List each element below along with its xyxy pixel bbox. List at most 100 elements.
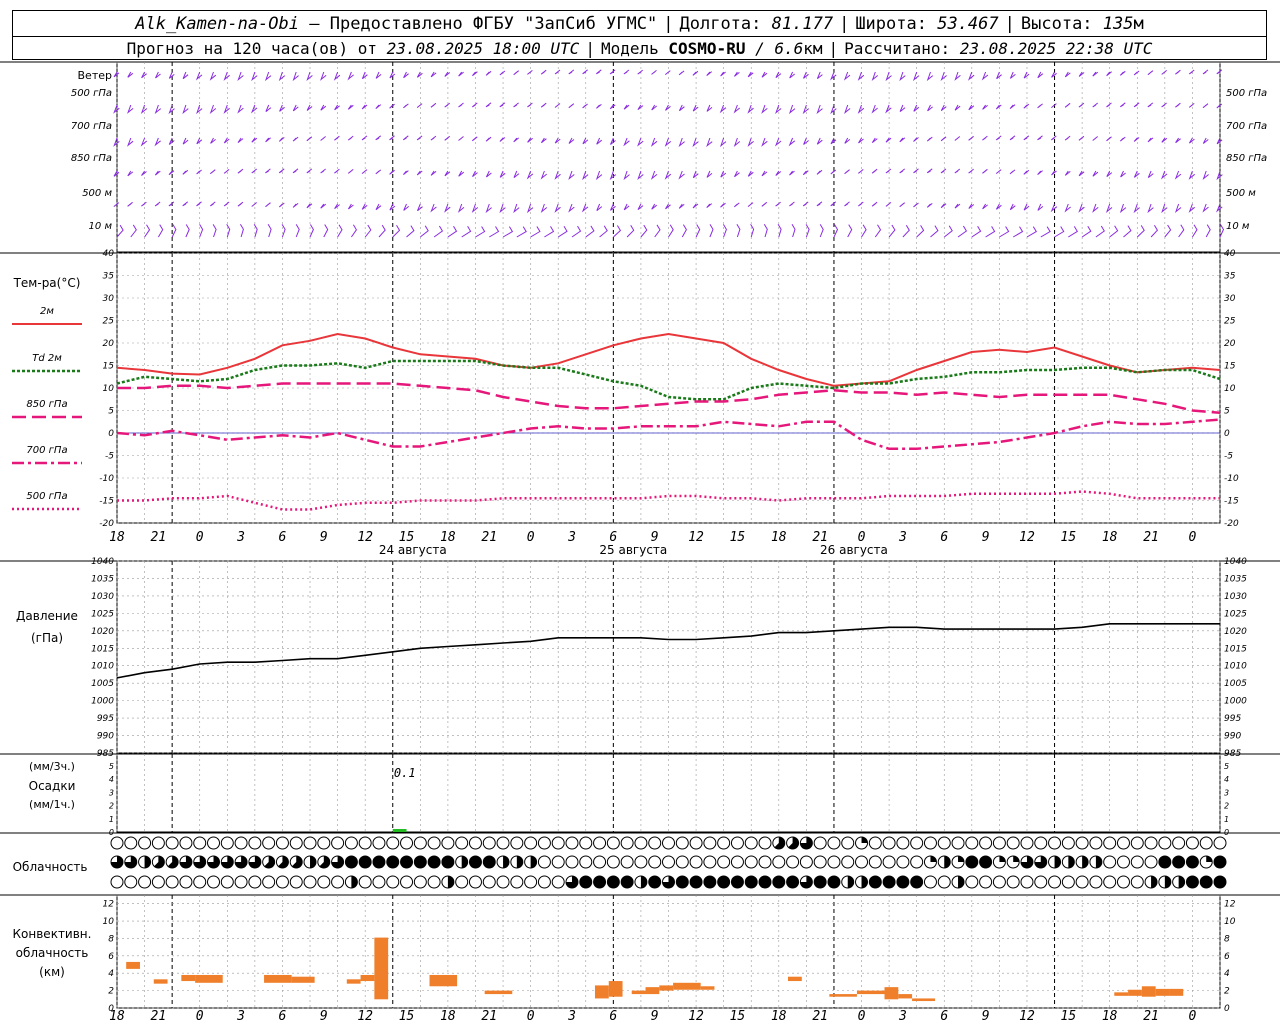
cloud-fill-part bbox=[1082, 855, 1089, 868]
wind-barb bbox=[471, 136, 478, 142]
cloud-cover-icon bbox=[344, 836, 358, 850]
temp-axis-hour-label: 18 bbox=[1102, 530, 1118, 545]
wind-barb bbox=[747, 170, 754, 177]
cloud-cover-icon bbox=[400, 875, 414, 889]
wind-barb bbox=[913, 202, 919, 208]
wind-barb bbox=[706, 71, 713, 76]
cloud-circle bbox=[386, 875, 400, 889]
wind-barb bbox=[930, 225, 939, 238]
pressure-panel-ytick-left: 1035 bbox=[91, 574, 114, 584]
temp-panel-ytick-right: 5 bbox=[1224, 407, 1230, 417]
wind-barb bbox=[527, 137, 533, 143]
conv-ytick-right: 10 bbox=[1224, 917, 1236, 927]
wind-barb bbox=[940, 104, 947, 111]
cloud-cover-icon bbox=[648, 855, 662, 869]
cloud-cover-icon bbox=[979, 855, 993, 869]
cloud-cover-icon bbox=[1158, 855, 1172, 869]
wind-barb bbox=[347, 135, 354, 141]
cloud-fill-full bbox=[690, 876, 703, 888]
cloud-cover-icon bbox=[923, 855, 937, 869]
cloud-circle bbox=[882, 855, 896, 869]
cloud-circle bbox=[110, 875, 124, 889]
cloud-circle bbox=[193, 836, 207, 850]
cloud-cover-icon bbox=[1158, 836, 1172, 850]
temp-axis-hour-label: 9 bbox=[982, 530, 990, 545]
cloud-circle bbox=[579, 855, 593, 869]
precip-ytick-left: 2 bbox=[109, 802, 114, 811]
cloud-fill-full bbox=[1214, 856, 1226, 868]
cloud-circle bbox=[331, 875, 345, 889]
cloud-fill-full bbox=[772, 876, 785, 888]
wind-barb bbox=[1037, 203, 1044, 211]
cloud-cover-icon bbox=[331, 855, 345, 869]
wind-barb bbox=[733, 104, 741, 114]
cloud-cover-icon bbox=[1048, 875, 1062, 889]
wind-barb bbox=[981, 71, 989, 81]
cloud-circle bbox=[289, 875, 303, 889]
pressure-panel-ytick-right: 1015 bbox=[1224, 644, 1247, 654]
wind-barb bbox=[182, 201, 189, 207]
cloud-circle bbox=[565, 855, 579, 869]
cloud-circle bbox=[910, 855, 924, 869]
wind-barb bbox=[996, 71, 1002, 80]
wind-barb bbox=[788, 137, 796, 147]
wind-barb bbox=[347, 203, 354, 210]
temp-panel-ytick-left: -20 bbox=[99, 519, 114, 529]
wind-barb bbox=[513, 102, 519, 108]
wind-barb bbox=[1078, 102, 1085, 108]
wind-barb bbox=[171, 224, 177, 238]
conv-ytick-left: 2 bbox=[108, 987, 114, 997]
wind-barb bbox=[472, 71, 478, 77]
cloud-circle bbox=[427, 875, 441, 889]
cloud-circle bbox=[1061, 875, 1075, 889]
cloud-fill-full bbox=[428, 856, 441, 868]
wind-barb bbox=[430, 170, 437, 176]
wind-barb bbox=[320, 104, 327, 111]
cloud-fill-part bbox=[847, 876, 854, 888]
wind-barb bbox=[1064, 71, 1071, 78]
cloud-cover-icon bbox=[1185, 855, 1199, 869]
cloud-cover-icon bbox=[937, 836, 951, 850]
wind-barb bbox=[154, 170, 161, 176]
conv-bar bbox=[631, 990, 646, 995]
wind-barb bbox=[858, 137, 864, 144]
wind-barb bbox=[1051, 103, 1057, 108]
wind-barb bbox=[926, 203, 933, 208]
wind-barb bbox=[375, 104, 382, 109]
cloud-cover-icon bbox=[703, 855, 717, 869]
cloud-circle bbox=[689, 855, 703, 869]
wind-barb bbox=[885, 137, 892, 143]
wind-barb bbox=[720, 71, 726, 77]
cloud-circle bbox=[151, 875, 165, 889]
cloud-cover-icon bbox=[1172, 836, 1186, 850]
wind-barb bbox=[1150, 224, 1159, 238]
cloud-cover-icon bbox=[606, 855, 620, 869]
wind-barb bbox=[968, 203, 975, 209]
cloud-circle bbox=[400, 836, 414, 850]
cloud-cover-icon bbox=[455, 855, 469, 869]
cloud-circle bbox=[1075, 836, 1089, 850]
cloud-cover-icon bbox=[1034, 836, 1048, 850]
cloud-fill-full bbox=[814, 876, 827, 888]
temp-axis-hour-label: 21 bbox=[481, 530, 497, 545]
cloud-circle bbox=[882, 836, 896, 850]
cloud-cover-icon bbox=[896, 855, 910, 869]
cloud-circle bbox=[496, 836, 510, 850]
cloud-fill-full bbox=[1186, 876, 1199, 888]
cloud-cover-icon bbox=[317, 855, 331, 869]
wind-barb bbox=[168, 201, 175, 207]
cloud-fill-full bbox=[593, 876, 606, 888]
wind-barb bbox=[1106, 136, 1112, 142]
wind-barb bbox=[734, 170, 740, 178]
wind-barb bbox=[777, 224, 782, 238]
wind-barb bbox=[847, 224, 853, 238]
cloud-fill-full bbox=[676, 876, 689, 888]
conv-axis-hour-label: 0 bbox=[1189, 1009, 1197, 1024]
wind-barb bbox=[902, 224, 910, 238]
cloud-fill-part bbox=[447, 876, 454, 888]
wind-barb bbox=[1147, 70, 1154, 76]
wind-barb bbox=[1050, 135, 1057, 141]
cloud-cover-icon bbox=[813, 855, 827, 869]
cloud-cover-icon bbox=[992, 836, 1006, 850]
cloud-cover-icon bbox=[179, 836, 193, 850]
